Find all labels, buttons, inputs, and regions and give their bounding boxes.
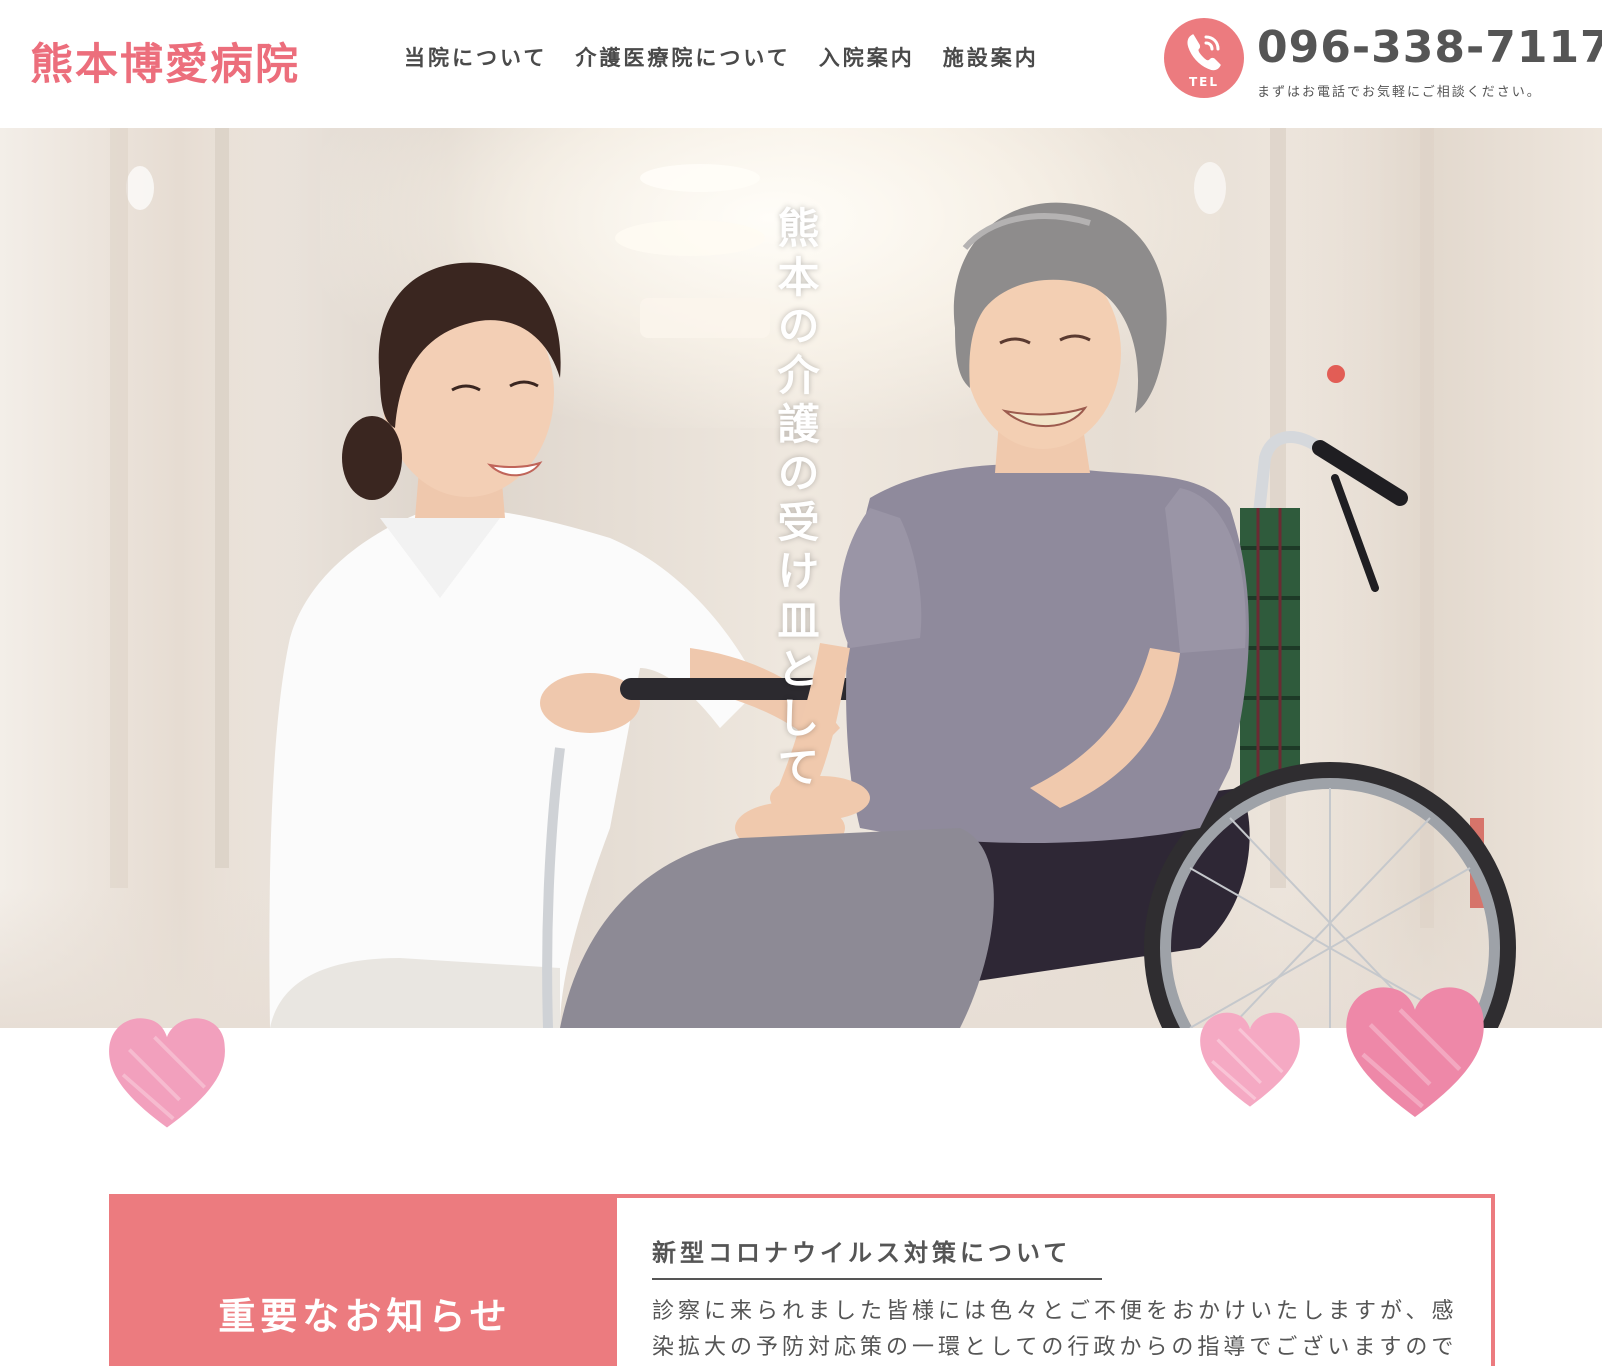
notice-label: 重要なお知らせ [218, 1295, 512, 1338]
site-header: 熊本博愛病院 当院について 介護医療院について 入院案内 施設案内 TEL 09… [0, 0, 1602, 128]
site-logo[interactable]: 熊本博愛病院 [30, 30, 300, 92]
nav-item-admission[interactable]: 入院案内 [819, 42, 915, 72]
heart-icon [1200, 1012, 1300, 1107]
nav-item-about[interactable]: 当院について [404, 42, 547, 72]
phone-number[interactable]: 096-338-7117 [1257, 22, 1602, 73]
nav-item-facilities[interactable]: 施設案内 [943, 42, 1039, 72]
important-notice: 重要なお知らせ 新型コロナウイルス対策について 診察に来られました皆様には色々と… [109, 1194, 1495, 1366]
hero-banner: 熊本の介護の受け皿として [0, 128, 1602, 1028]
heart-icon [109, 1018, 225, 1128]
notice-title-underline [652, 1278, 1102, 1280]
phone-note: まずはお電話でお気軽にご相談ください。 [1257, 85, 1542, 100]
main-nav: 当院について 介護医療院について 入院案内 施設案内 [404, 42, 1039, 72]
hero-tagline: 熊本の介護の受け皿として [771, 206, 820, 794]
tel-button[interactable]: TEL [1164, 18, 1244, 98]
notice-body: 診察に来られました皆様には色々とご不便をおかけいたしますが、感染拡大の予防対応策… [652, 1299, 1458, 1360]
notice-title[interactable]: 新型コロナウイルス対策について [652, 1233, 1071, 1268]
nav-item-care-hospital[interactable]: 介護医療院について [575, 42, 790, 72]
notice-label-panel: 重要なお知らせ [113, 1198, 617, 1366]
heart-icon [1346, 987, 1484, 1118]
phone-icon [1187, 34, 1221, 71]
tel-label: TEL [1188, 75, 1220, 89]
